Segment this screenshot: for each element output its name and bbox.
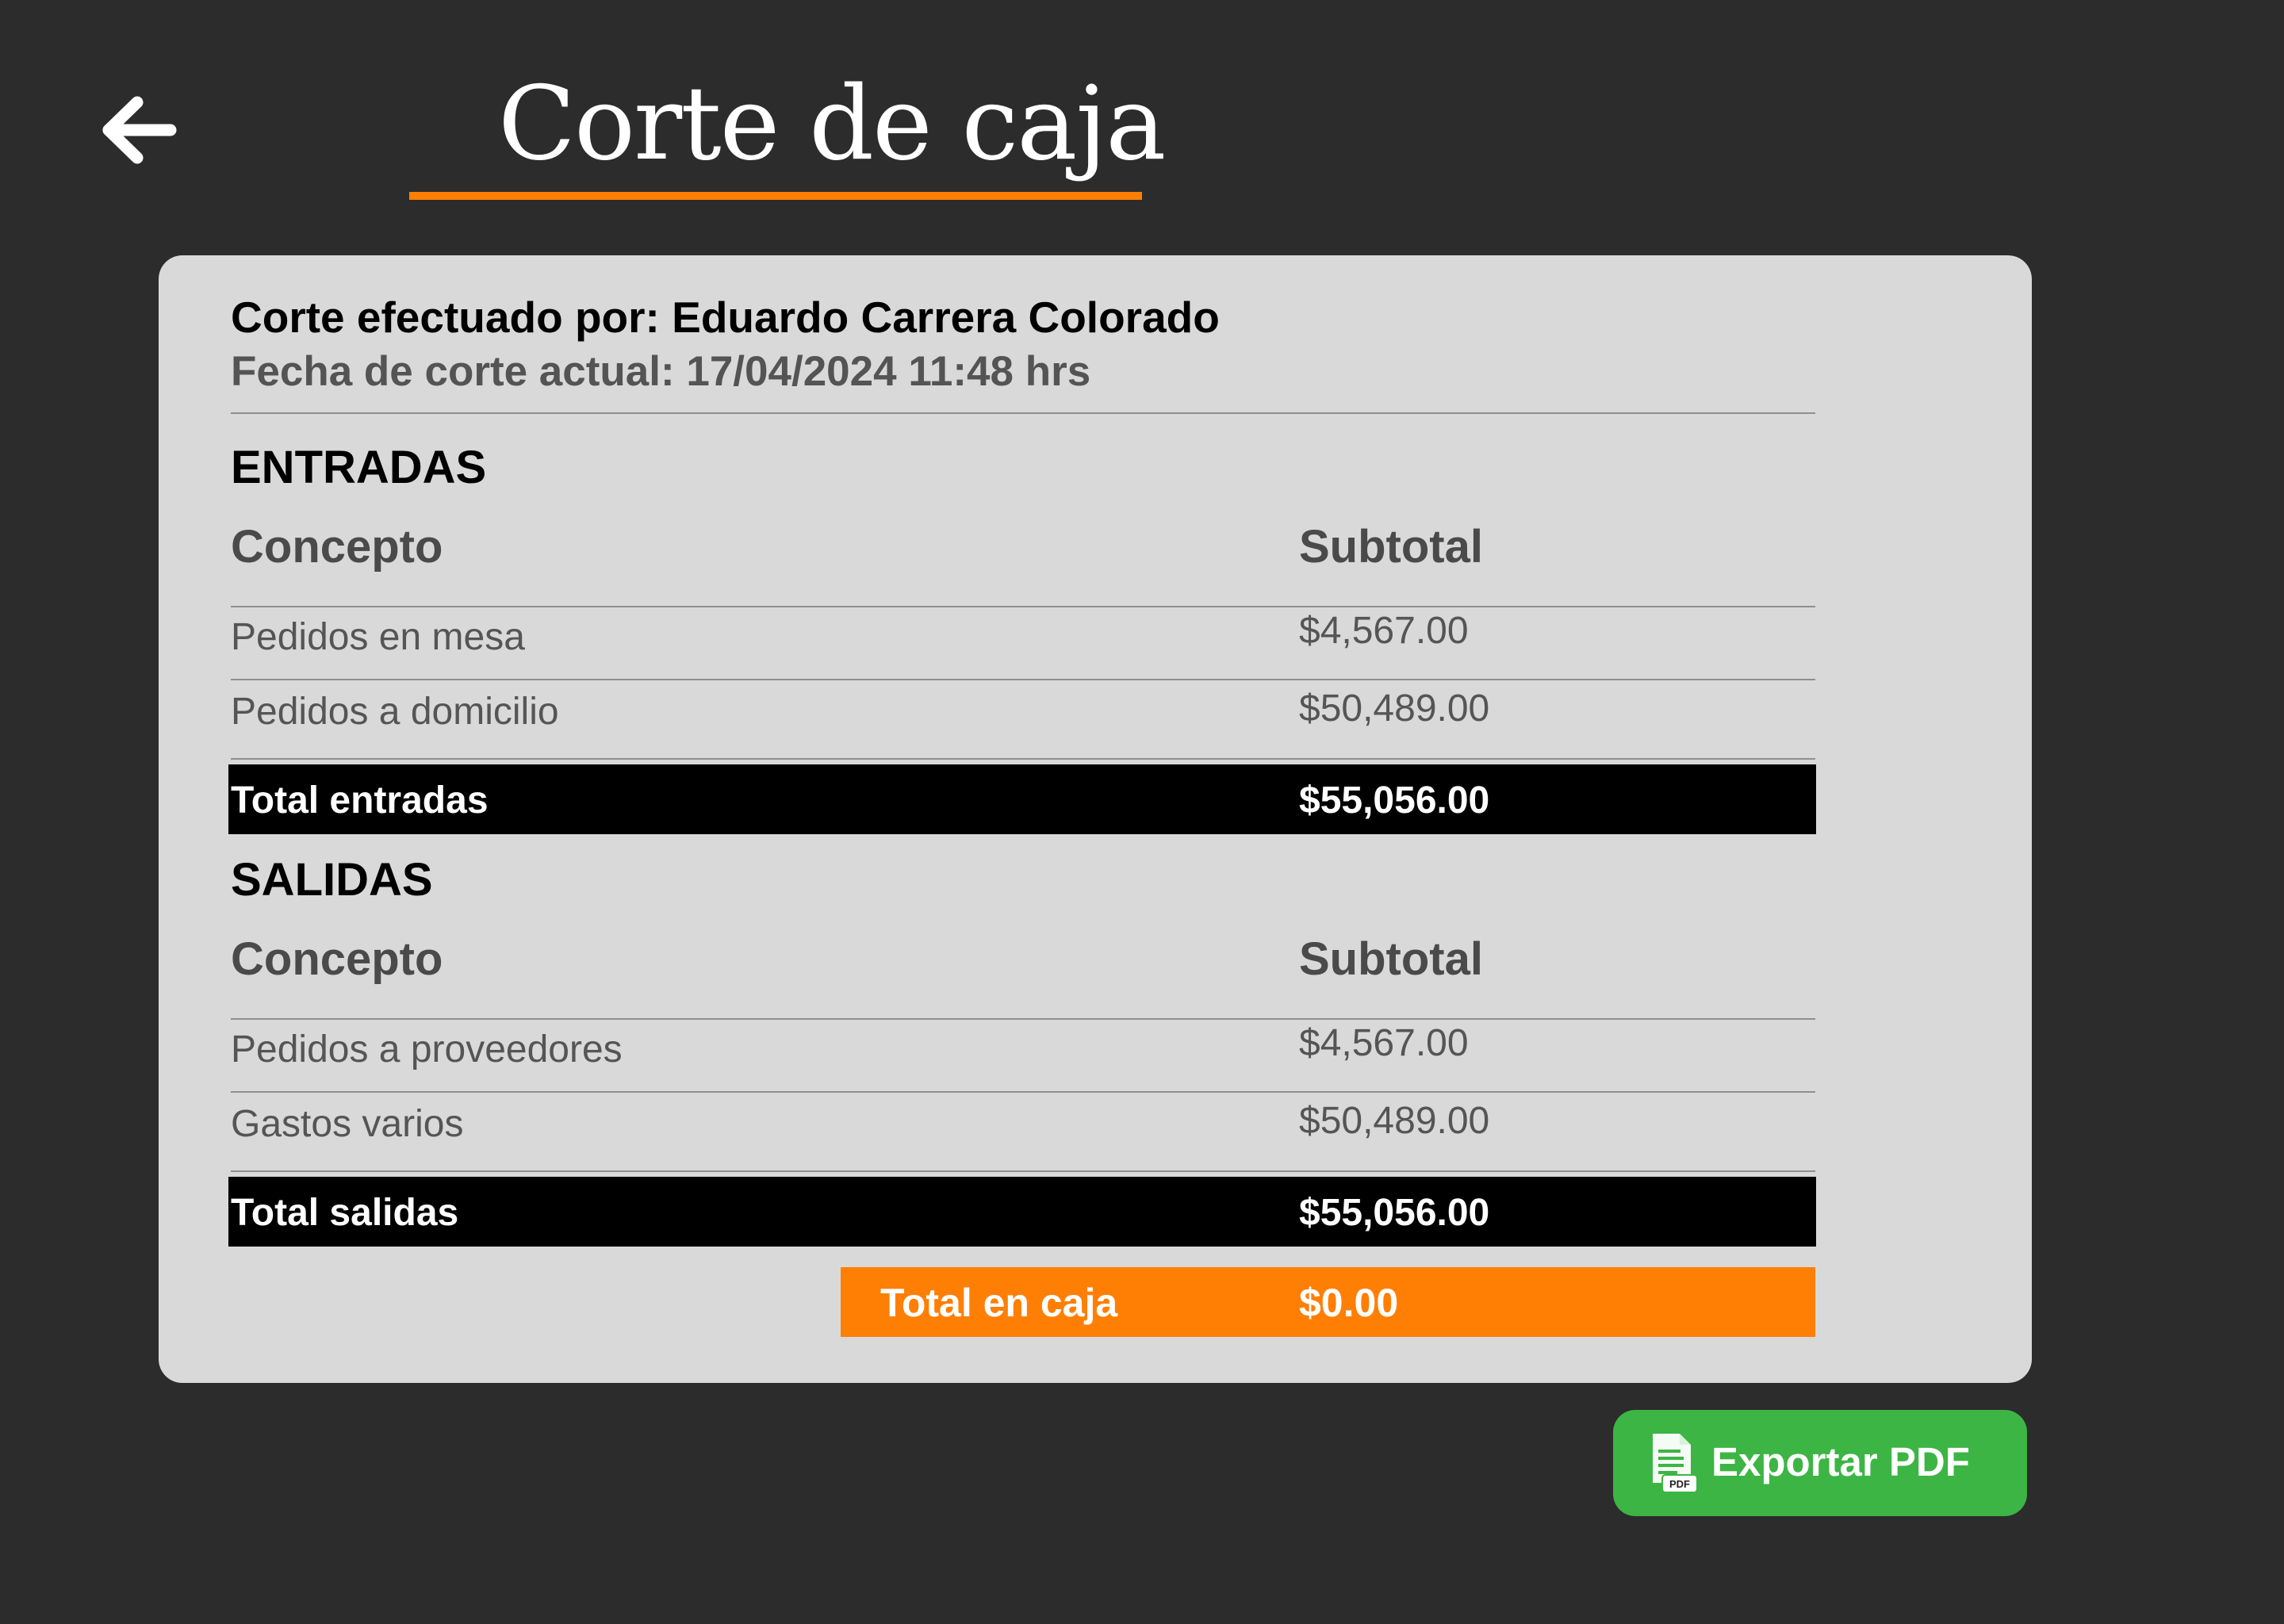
salidas-row-subtotal: $4,567.00: [1299, 1022, 1469, 1064]
arrow-left-icon: [102, 96, 177, 164]
entradas-row-subtotal: $4,567.00: [1299, 610, 1469, 652]
salidas-header-divider: [231, 1018, 1815, 1020]
entradas-col-concept: Concepto: [231, 521, 443, 573]
performed-by-label: Corte efectuado por: Eduardo Carrera Col…: [231, 293, 1220, 342]
salidas-section-title: SALIDAS: [231, 854, 433, 906]
header-divider: [231, 412, 1815, 414]
export-pdf-label: Exportar PDF: [1711, 1439, 1970, 1484]
row-divider: [231, 1091, 1815, 1093]
svg-text:PDF: PDF: [1669, 1478, 1690, 1490]
page-title: Corte de caja: [409, 65, 1166, 200]
total-entradas-label: Total entradas: [231, 779, 489, 822]
entradas-row-concept: Pedidos a domicilio: [231, 691, 559, 733]
entradas-header-divider: [231, 606, 1815, 607]
total-en-caja-value: $0.00: [1299, 1281, 1399, 1325]
row-divider: [231, 679, 1815, 680]
entradas-row-concept: Pedidos en mesa: [231, 616, 525, 658]
export-pdf-button[interactable]: PDF Exportar PDF: [1613, 1410, 2027, 1516]
total-en-caja-label: Total en caja: [880, 1281, 1118, 1325]
salidas-row-subtotal: $50,489.00: [1299, 1100, 1490, 1142]
total-salidas-value: $55,056.00: [1299, 1192, 1490, 1234]
cash-report-card: Corte efectuado por: Eduardo Carrera Col…: [159, 255, 2032, 1383]
total-salidas-bar: Total salidas $55,056.00: [228, 1177, 1816, 1247]
salidas-col-concept: Concepto: [231, 933, 443, 985]
salidas-col-subtotal: Subtotal: [1299, 933, 1483, 985]
entradas-section-title: ENTRADAS: [231, 442, 487, 493]
report-date-label: Fecha de corte actual: 17/04/2024 11:48 …: [231, 348, 1091, 395]
pdf-file-icon: PDF: [1653, 1434, 1698, 1493]
entradas-row-subtotal: $50,489.00: [1299, 688, 1490, 730]
entradas-col-subtotal: Subtotal: [1299, 521, 1483, 573]
salidas-row-concept: Gastos varios: [231, 1103, 464, 1145]
total-salidas-label: Total salidas: [231, 1192, 459, 1234]
total-en-caja-bar: Total en caja $0.00: [841, 1267, 1815, 1337]
total-entradas-bar: Total entradas $55,056.00: [228, 764, 1816, 834]
back-button[interactable]: [94, 89, 181, 171]
total-entradas-value: $55,056.00: [1299, 779, 1490, 822]
row-divider: [231, 1170, 1815, 1172]
salidas-row-concept: Pedidos a proveedores: [231, 1028, 623, 1071]
row-divider: [231, 758, 1815, 760]
